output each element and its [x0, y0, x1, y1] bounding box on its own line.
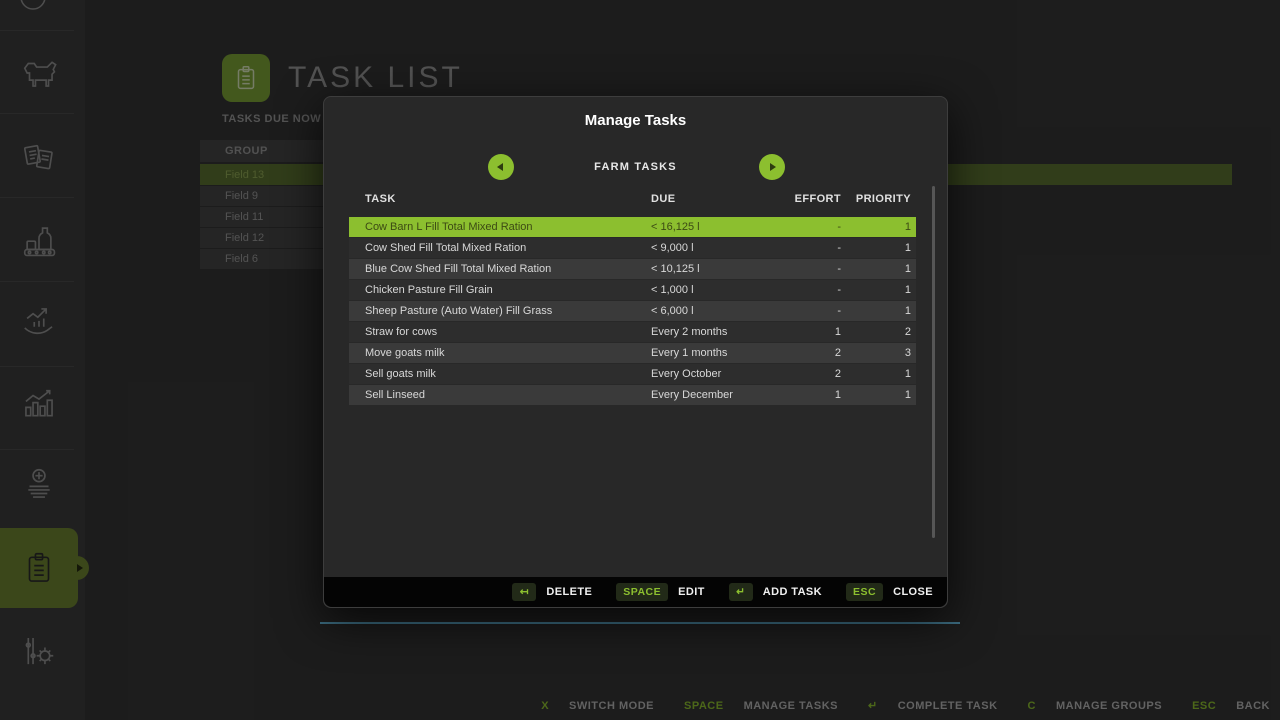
task-row[interactable]: Cow Shed Fill Total Mixed Ration < 9,000 …	[349, 238, 916, 258]
task-row-effort: -	[769, 263, 841, 275]
task-row-task: Cow Shed Fill Total Mixed Ration	[365, 242, 526, 254]
delete-button[interactable]: ↤ DELETE	[512, 583, 592, 601]
task-row-due: < 1,000 l	[651, 284, 694, 296]
task-row-effort: 2	[769, 368, 841, 380]
task-row[interactable]: Blue Cow Shed Fill Total Mixed Ration < 1…	[349, 259, 916, 279]
task-row-task: Blue Cow Shed Fill Total Mixed Ration	[365, 263, 551, 275]
task-row-due: < 9,000 l	[651, 242, 694, 254]
task-row-due: Every October	[651, 368, 721, 380]
column-header-effort: EFFORT	[769, 193, 841, 205]
task-row-priority: 1	[849, 389, 911, 401]
task-row-due: < 6,000 l	[651, 305, 694, 317]
task-row-due: Every 1 months	[651, 347, 727, 359]
task-row-priority: 1	[849, 263, 911, 275]
task-row[interactable]: Sell goats milk Every October 21	[349, 364, 916, 384]
task-row-priority: 1	[849, 284, 911, 296]
column-header-due: DUE	[651, 193, 675, 205]
task-row-priority: 1	[849, 242, 911, 254]
task-row[interactable]: Sheep Pasture (Auto Water) Fill Grass < 6…	[349, 301, 916, 321]
delete-label: DELETE	[546, 586, 592, 598]
task-row-task: Cow Barn L Fill Total Mixed Ration	[365, 221, 533, 233]
task-row-task: Sell goats milk	[365, 368, 436, 380]
column-header-priority: PRIORITY	[849, 193, 911, 205]
arrow-right-icon	[770, 163, 776, 171]
table-header: TASK DUE EFFORT PRIORITY	[349, 193, 916, 209]
task-row[interactable]: Straw for cows Every 2 months 12	[349, 322, 916, 342]
dialog-footer: ↤ DELETE SPACE EDIT ↵ ADD TASK ESC CLOSE	[324, 577, 947, 607]
task-row-effort: 1	[769, 326, 841, 338]
task-row-task: Sheep Pasture (Auto Water) Fill Grass	[365, 305, 552, 317]
edit-button[interactable]: SPACE EDIT	[616, 583, 705, 601]
delete-key-chip: ↤	[512, 583, 536, 601]
task-row-effort: 2	[769, 347, 841, 359]
task-row-effort: -	[769, 242, 841, 254]
task-row-due: Every December	[651, 389, 733, 401]
close-label: CLOSE	[893, 586, 933, 598]
task-row[interactable]: Cow Barn L Fill Total Mixed Ration < 16,1…	[349, 217, 916, 237]
manage-tasks-dialog: Manage Tasks FARM TASKS TASK DUE EFFORT …	[323, 96, 948, 608]
column-header-task: TASK	[365, 193, 396, 205]
task-row-task: Chicken Pasture Fill Grain	[365, 284, 493, 296]
task-row[interactable]: Move goats milk Every 1 months 23	[349, 343, 916, 363]
add-task-key-chip: ↵	[729, 583, 753, 601]
task-row-task: Straw for cows	[365, 326, 437, 338]
task-row-effort: -	[769, 305, 841, 317]
edit-label: EDIT	[678, 586, 705, 598]
edit-key-chip: SPACE	[616, 583, 668, 601]
task-row-due: Every 2 months	[651, 326, 727, 338]
task-row-effort: 1	[769, 389, 841, 401]
task-row-priority: 2	[849, 326, 911, 338]
task-row-effort: -	[769, 221, 841, 233]
scrollbar[interactable]	[932, 186, 935, 538]
task-row-task: Move goats milk	[365, 347, 444, 359]
task-row-effort: -	[769, 284, 841, 296]
dialog-title: Manage Tasks	[324, 112, 947, 129]
task-row[interactable]: Sell Linseed Every December 11	[349, 385, 916, 405]
task-row-priority: 1	[849, 305, 911, 317]
close-key-chip: ESC	[846, 583, 883, 601]
task-row-due: < 16,125 l	[651, 221, 700, 233]
task-row[interactable]: Chicken Pasture Fill Grain < 1,000 l -1	[349, 280, 916, 300]
task-row-priority: 1	[849, 368, 911, 380]
task-row-priority: 1	[849, 221, 911, 233]
add-task-label: ADD TASK	[763, 586, 822, 598]
task-row-task: Sell Linseed	[365, 389, 425, 401]
task-row-priority: 3	[849, 347, 911, 359]
task-group-label: FARM TASKS	[324, 161, 947, 173]
next-group-button[interactable]	[759, 154, 785, 180]
task-group-selector: FARM TASKS	[324, 154, 947, 180]
task-row-due: < 10,125 l	[651, 263, 700, 275]
add-task-button[interactable]: ↵ ADD TASK	[729, 583, 822, 601]
close-button[interactable]: ESC CLOSE	[846, 583, 933, 601]
screen: TASK LIST TASKS DUE NOW GROUP Field 13Fi…	[0, 0, 1280, 720]
